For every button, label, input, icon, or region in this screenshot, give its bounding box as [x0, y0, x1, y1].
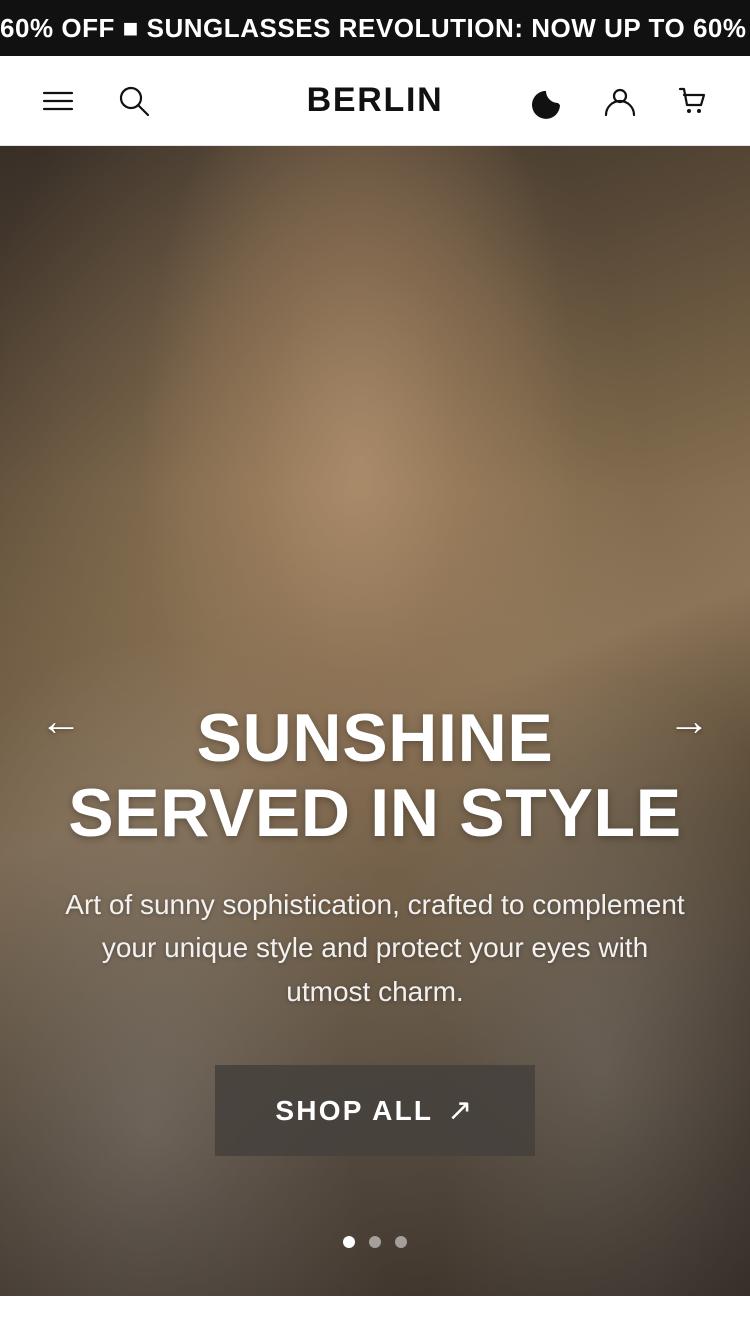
hero-prev-button[interactable]: ← [20, 687, 102, 755]
cart-icon [674, 83, 710, 119]
menu-button[interactable] [36, 79, 80, 123]
header-left [36, 79, 156, 123]
shop-all-button[interactable]: SHOP ALL ↗ [215, 1065, 534, 1156]
brand-logo[interactable]: BERLIN [307, 81, 444, 120]
header-right [526, 79, 714, 123]
hero-dots [0, 1236, 750, 1248]
dot-3[interactable] [395, 1236, 407, 1248]
search-icon [116, 83, 152, 119]
arrow-right-icon: → [668, 697, 710, 744]
account-button[interactable] [598, 79, 642, 123]
dot-2[interactable] [369, 1236, 381, 1248]
hamburger-icon [40, 83, 76, 119]
search-button[interactable] [112, 79, 156, 123]
hero-headline: SUNSHINE SERVED IN STYLE [60, 701, 690, 851]
arrow-left-icon: ← [40, 697, 82, 744]
hero-content: SUNSHINE SERVED IN STYLE Art of sunny so… [0, 701, 750, 1156]
account-icon [602, 83, 638, 119]
hero-next-button[interactable]: → [648, 687, 730, 755]
cart-button[interactable] [670, 79, 714, 123]
announcement-text: 60% OFF ■ SUNGLASSES REVOLUTION: NOW UP … [0, 13, 750, 44]
hero-subtext: Art of sunny sophistication, crafted to … [60, 883, 690, 1013]
hero-section: ← → SUNSHINE SERVED IN STYLE Art of sunn… [0, 146, 750, 1296]
header: BERLIN [0, 56, 750, 146]
moon-icon [530, 83, 566, 119]
dark-mode-button[interactable] [526, 79, 570, 123]
cta-label: SHOP ALL [275, 1095, 433, 1127]
announcement-bar: 60% OFF ■ SUNGLASSES REVOLUTION: NOW UP … [0, 0, 750, 56]
dot-1[interactable] [343, 1236, 355, 1248]
cta-arrow-icon: ↗ [447, 1093, 474, 1128]
